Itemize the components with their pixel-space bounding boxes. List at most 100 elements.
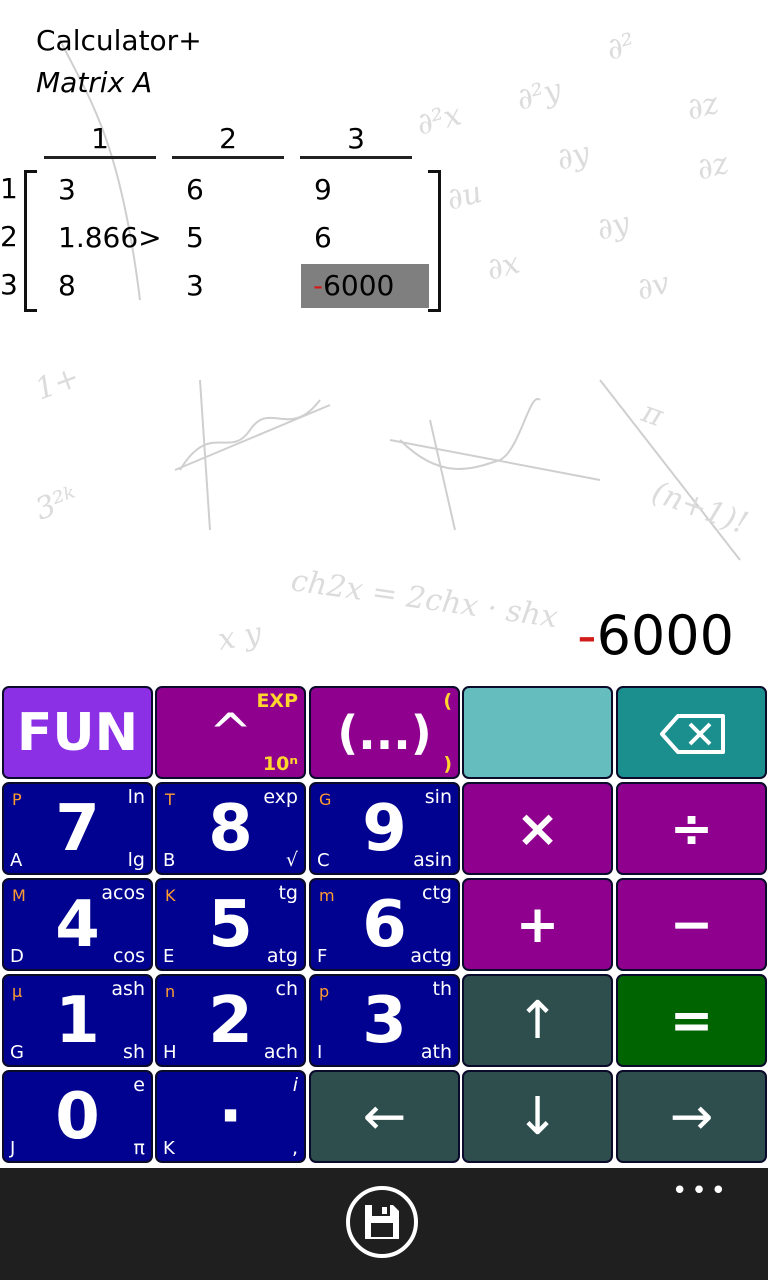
- key-1[interactable]: 1 μ ash G sh: [2, 974, 153, 1067]
- matrix-left-bracket: [24, 170, 37, 312]
- save-icon: [365, 1205, 399, 1239]
- key-sublabel: n: [165, 982, 176, 1001]
- fun-button[interactable]: FUN: [2, 686, 153, 779]
- matrix-cell[interactable]: 3: [186, 264, 204, 308]
- svg-text:3²ᵏ: 3²ᵏ: [31, 480, 83, 527]
- key-sublabel: sin: [424, 786, 452, 808]
- key-sublabel: A: [10, 850, 23, 871]
- key-sublabel: asin: [413, 849, 452, 871]
- divide-label: ÷: [669, 798, 714, 859]
- key-sublabel: lg: [127, 849, 145, 871]
- ten-power-sublabel: 10ⁿ: [262, 753, 298, 775]
- parentheses-button[interactable]: (...) ( ): [309, 686, 460, 779]
- row-header-2: 2: [0, 220, 18, 253]
- matrix-cell[interactable]: 6: [314, 216, 332, 260]
- key-2[interactable]: 2 n ch H ach: [155, 974, 306, 1067]
- open-paren-sublabel: (: [443, 690, 452, 712]
- save-button[interactable]: [346, 1186, 418, 1258]
- column-header-1: 1: [91, 122, 109, 155]
- key-sublabel: ath: [420, 1041, 452, 1063]
- key-sublabel: ,: [291, 1137, 298, 1159]
- key-sublabel: K: [163, 1138, 175, 1159]
- key-sublabel: √: [285, 849, 298, 871]
- key-5[interactable]: 5 K tg E atg: [155, 878, 306, 971]
- svg-text:∂v: ∂v: [633, 266, 673, 308]
- matrix-cell[interactable]: 5: [186, 216, 204, 260]
- up-arrow-icon: ↑: [515, 990, 560, 1051]
- key-sublabel: ash: [111, 978, 145, 1000]
- svg-text:∂y: ∂y: [593, 205, 634, 247]
- backspace-button[interactable]: [616, 686, 767, 779]
- key-sublabel: P: [12, 790, 22, 809]
- display-sign: -: [577, 604, 597, 667]
- key-sublabel: K: [165, 886, 176, 905]
- result-display: -6000: [577, 604, 734, 668]
- empty-key: [462, 686, 613, 779]
- decimal-point-label: ·: [218, 1079, 243, 1154]
- matrix-cell[interactable]: 3: [58, 168, 76, 212]
- power-button[interactable]: ^ EXP 10ⁿ: [155, 686, 306, 779]
- matrix-title: Matrix A: [36, 66, 153, 99]
- key-3[interactable]: 3 p th I ath: [309, 974, 460, 1067]
- key-sublabel: C: [317, 850, 330, 871]
- key-4[interactable]: 4 M acos D cos: [2, 878, 153, 971]
- left-arrow-button[interactable]: ←: [309, 1070, 460, 1163]
- matrix-cell-selected[interactable]: -6000: [301, 264, 429, 308]
- key-sublabel: sh: [123, 1041, 145, 1063]
- svg-text:∂u: ∂u: [443, 175, 486, 218]
- key-sublabel: i: [292, 1074, 298, 1096]
- key-sublabel: th: [432, 978, 453, 1000]
- key-sublabel: H: [163, 1042, 177, 1063]
- right-arrow-icon: →: [669, 1086, 714, 1147]
- key-sublabel: I: [317, 1042, 323, 1063]
- key-9[interactable]: 9 G sin C asin: [309, 782, 460, 875]
- column-header-underline: [172, 156, 284, 159]
- fun-label: FUN: [16, 702, 139, 763]
- key-sublabel: μ: [12, 982, 23, 1001]
- key-sublabel: ln: [127, 786, 145, 808]
- row-header-3: 3: [0, 268, 18, 301]
- multiply-label: ×: [515, 798, 560, 859]
- minus-label: −: [669, 894, 714, 955]
- negative-sign: -: [313, 269, 324, 302]
- svg-text:∂²x: ∂²x: [413, 97, 465, 142]
- key-0[interactable]: 0 e J π: [2, 1070, 153, 1163]
- multiply-button[interactable]: ×: [462, 782, 613, 875]
- matrix-cell[interactable]: 6: [186, 168, 204, 212]
- key-sublabel: ctg: [422, 882, 452, 904]
- key-sublabel: e: [133, 1074, 145, 1096]
- key-sublabel: m: [319, 886, 335, 905]
- down-arrow-button[interactable]: ↓: [462, 1070, 613, 1163]
- key-7[interactable]: 7 P ln A lg: [2, 782, 153, 875]
- key-8[interactable]: 8 T exp B √: [155, 782, 306, 875]
- matrix-cell[interactable]: 8: [58, 264, 76, 308]
- up-arrow-button[interactable]: ↑: [462, 974, 613, 1067]
- more-options-button[interactable]: •••: [672, 1176, 730, 1206]
- key-sublabel: atg: [266, 945, 298, 967]
- equals-button[interactable]: =: [616, 974, 767, 1067]
- plus-button[interactable]: +: [462, 878, 613, 971]
- digit-label: 0: [55, 1079, 100, 1154]
- key-sublabel: F: [317, 946, 328, 967]
- exp-sublabel: EXP: [256, 690, 298, 712]
- column-header-underline: [44, 156, 156, 159]
- key-sublabel: cos: [113, 945, 145, 967]
- minus-button[interactable]: −: [616, 878, 767, 971]
- close-paren-sublabel: ): [443, 753, 452, 775]
- divide-button[interactable]: ÷: [616, 782, 767, 875]
- key-sublabel: p: [319, 982, 330, 1001]
- key-sublabel: E: [163, 946, 175, 967]
- matrix-cell[interactable]: 1.866>: [58, 216, 162, 260]
- key-sublabel: π: [133, 1137, 145, 1159]
- key-sublabel: B: [163, 850, 176, 871]
- decimal-point-button[interactable]: · i K ,: [155, 1070, 306, 1163]
- cell-value: 6000: [323, 269, 395, 302]
- key-6[interactable]: 6 m ctg F actg: [309, 878, 460, 971]
- key-sublabel: tg: [278, 882, 298, 904]
- right-arrow-button[interactable]: →: [616, 1070, 767, 1163]
- svg-text:∂z: ∂z: [693, 146, 732, 188]
- matrix-cell[interactable]: 9: [314, 168, 332, 212]
- parentheses-label: (...): [337, 705, 432, 760]
- column-header-underline: [300, 156, 412, 159]
- svg-text:∂x: ∂x: [483, 246, 523, 288]
